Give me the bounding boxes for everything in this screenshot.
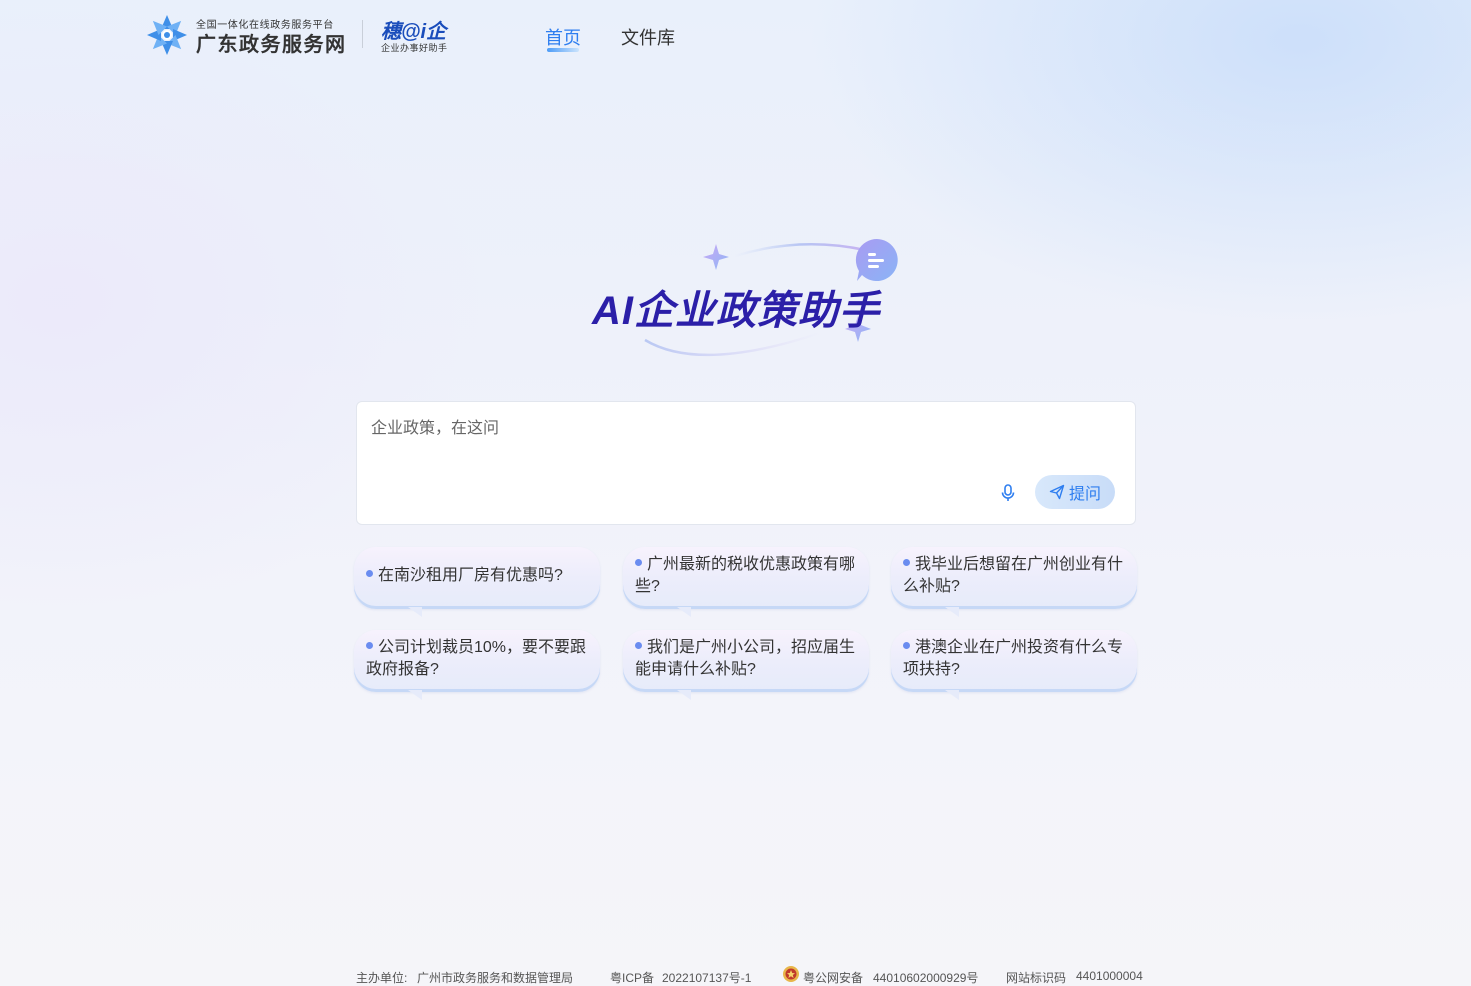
suggestion-card[interactable]: 公司计划裁员10%，要不要跟政府报备? (354, 630, 600, 692)
footer-police-label: 粤公网安备 (803, 971, 864, 985)
question-input[interactable] (371, 414, 1111, 464)
hero-title: AI企业政策助手 (592, 289, 880, 333)
sui-logo-title[interactable]: 穗@i企 (381, 15, 446, 44)
footer-site-label: 网站标识码 (1006, 971, 1067, 985)
nav-item-label: 首页 (545, 28, 581, 48)
bullet-dot (903, 559, 910, 566)
suggestion-card[interactable]: 港澳企业在广州投资有什么专项扶持? (891, 630, 1137, 692)
nav-active-indicator (547, 48, 579, 52)
microphone-icon[interactable] (1000, 484, 1016, 502)
footer-host-value: 广州市政务服务和数据管理局 (417, 971, 574, 985)
suggestion-card[interactable]: 我们是广州小公司，招应届生能申请什么补贴? (623, 630, 869, 692)
header: 全国一体化在线政务服务平台 广东政务服务网 穗@i企 企业办事好助手 首页 文件… (0, 0, 1471, 70)
suggestion-text: 我们是广州小公司，招应届生能申请什么补贴? (635, 639, 856, 678)
suggestion-card[interactable]: 我毕业后想留在广州创业有什么补贴? (891, 547, 1137, 609)
suggestion-text: 在南沙租用厂房有优惠吗? (378, 567, 563, 584)
ask-box: 提问 (356, 401, 1136, 525)
police-badge-icon (783, 966, 799, 982)
suggestion-text: 公司计划裁员10%，要不要跟政府报备? (366, 639, 587, 678)
nav-item-home[interactable]: 首页 (545, 24, 581, 52)
ask-button[interactable]: 提问 (1035, 475, 1115, 509)
nav-item-file-library[interactable]: 文件库 (621, 24, 675, 50)
suggestion-card[interactable]: 广州最新的税收优惠政策有哪些? (623, 547, 869, 609)
logo-divider (362, 20, 363, 48)
footer-site-value: 4401000004 (1076, 969, 1143, 983)
main-nav: 首页 文件库 (545, 24, 715, 52)
chat-bubble-icon (855, 238, 898, 281)
bullet-dot (635, 559, 642, 566)
bullet-dot (903, 642, 910, 649)
suggestion-text: 港澳企业在广州投资有什么专项扶持? (903, 639, 1124, 678)
hero: AI企业政策助手 (580, 228, 920, 368)
guangdong-gov-logo-icon[interactable] (146, 14, 188, 56)
bullet-dot (366, 570, 373, 577)
ask-button-label: 提问 (1068, 486, 1101, 503)
footer-icp-value[interactable]: 2022107137号-1 (662, 969, 751, 986)
bullet-dot (635, 642, 642, 649)
send-icon (1049, 484, 1065, 500)
footer-police-value[interactable]: 44010602000929号 (873, 969, 978, 986)
footer-icp-label: 粤ICP备 (610, 971, 655, 985)
footer-host-label: 主办单位: (356, 971, 408, 985)
nav-item-label: 文件库 (621, 28, 675, 48)
gd-logo-title[interactable]: 广东政务服务网 (196, 28, 347, 57)
suggestion-text: 广州最新的税收优惠政策有哪些? (635, 556, 856, 595)
sui-logo-subtitle: 企业办事好助手 (381, 43, 448, 53)
footer: 主办单位: 广州市政务服务和数据管理局 粤ICP备 2022107137号-1 … (356, 966, 1143, 986)
suggestion-text: 我毕业后想留在广州创业有什么补贴? (903, 556, 1124, 595)
suggestion-card[interactable]: 在南沙租用厂房有优惠吗? (354, 547, 600, 609)
bullet-dot (366, 642, 373, 649)
